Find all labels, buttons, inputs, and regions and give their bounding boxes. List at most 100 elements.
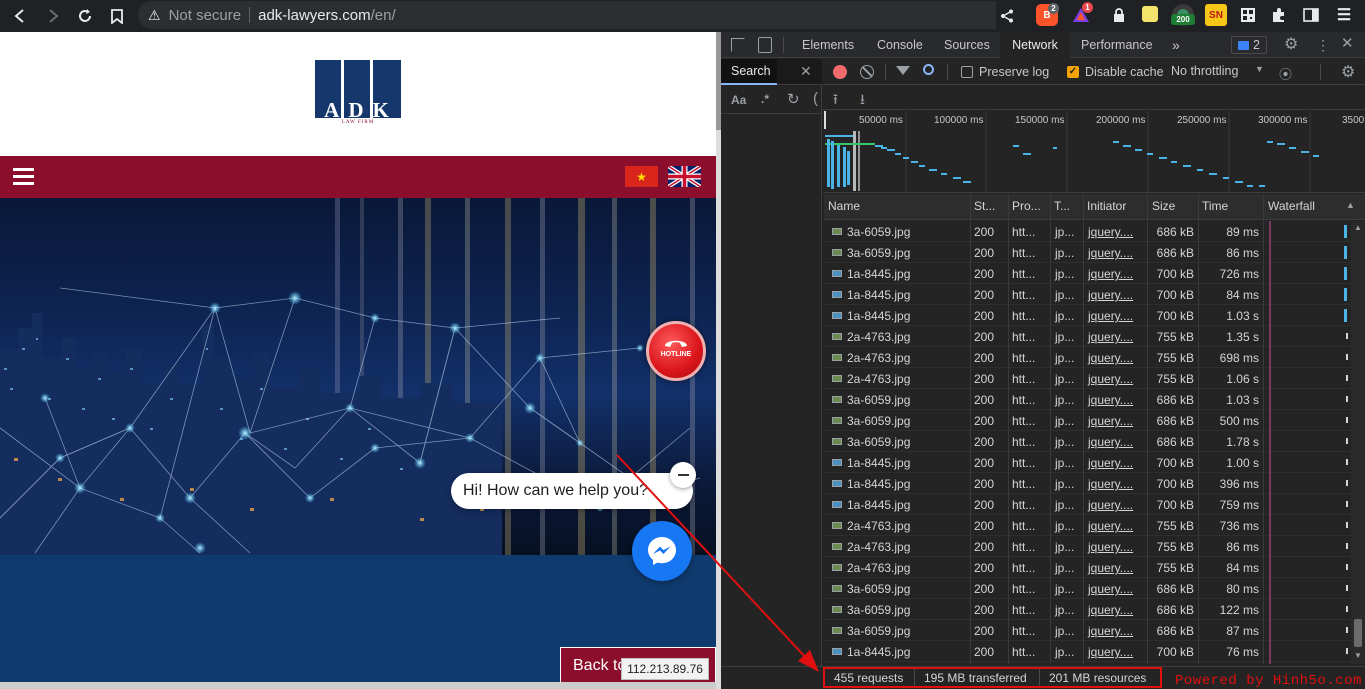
row-initiator[interactable]: jquery.... [1088, 603, 1133, 617]
row-name[interactable]: 3a-6059.jpg [847, 393, 910, 407]
messenger-button[interactable] [632, 521, 692, 581]
row-initiator[interactable]: jquery.... [1088, 393, 1133, 407]
extensions-puzzle-icon[interactable] [1268, 4, 1290, 26]
table-row[interactable]: 2a-4763.jpg 200 htt... jp... jquery.... 755 k… [824, 326, 1351, 347]
share-icon[interactable] [995, 4, 1019, 28]
col-size[interactable]: Size [1152, 199, 1175, 213]
row-initiator[interactable]: jquery.... [1088, 540, 1133, 554]
warning-icon[interactable]: ⚠ [148, 7, 161, 24]
settings-gear-icon[interactable]: ⚙ [1284, 36, 1298, 54]
row-initiator[interactable]: jquery.... [1088, 477, 1133, 491]
col-name[interactable]: Name [828, 199, 860, 213]
address-bar[interactable]: ⚠ Not secure adk-lawyers.com/en/ [138, 1, 996, 29]
table-row[interactable]: 2a-4763.jpg 200 htt... jp... jquery.... 755 k… [824, 557, 1351, 578]
import-har-icon[interactable]: ⭱ [833, 89, 838, 113]
row-name[interactable]: 1a-8445.jpg [847, 477, 910, 491]
row-initiator[interactable]: jquery.... [1088, 456, 1133, 470]
row-name[interactable]: 2a-4763.jpg [847, 351, 910, 365]
tab-network[interactable]: Network [1000, 32, 1070, 58]
search-tab[interactable]: Search [721, 59, 777, 85]
col-type[interactable]: T... [1054, 199, 1070, 213]
filter-icon[interactable] [896, 66, 910, 75]
disable-cache-checkbox[interactable]: ✓ [1067, 66, 1079, 78]
row-initiator[interactable]: jquery.... [1088, 288, 1133, 302]
adk-logo[interactable]: ADK LAW FIRM [314, 60, 402, 126]
preserve-log-checkbox[interactable] [961, 66, 973, 78]
col-initiator[interactable]: Initiator [1087, 199, 1126, 213]
table-row[interactable]: 2a-4763.jpg 200 htt... jp... jquery.... 755 k… [824, 515, 1351, 536]
regex-icon[interactable]: .* [761, 92, 769, 106]
row-name[interactable]: 3a-6059.jpg [847, 246, 910, 260]
close-devtools-icon[interactable]: ✕ [1341, 35, 1354, 53]
row-name[interactable]: 2a-4763.jpg [847, 561, 910, 575]
row-name[interactable]: 1a-8445.jpg [847, 288, 910, 302]
col-protocol[interactable]: Pro... [1012, 199, 1041, 213]
row-initiator[interactable]: jquery.... [1088, 498, 1133, 512]
row-initiator[interactable]: jquery.... [1088, 330, 1133, 344]
menu-icon[interactable]: ☰ [1333, 4, 1355, 26]
scroll-up-arrow-icon[interactable]: ▲ [1354, 223, 1362, 232]
row-name[interactable]: 3a-6059.jpg [847, 624, 910, 638]
col-waterfall[interactable]: Waterfall [1268, 199, 1315, 213]
row-name[interactable]: 3a-6059.jpg [847, 225, 910, 239]
export-har-icon[interactable]: ⭳ [860, 89, 865, 113]
record-button[interactable] [833, 65, 847, 79]
row-initiator[interactable]: jquery.... [1088, 582, 1133, 596]
row-initiator[interactable]: jquery.... [1088, 561, 1133, 575]
row-name[interactable]: 2a-4763.jpg [847, 540, 910, 554]
scroll-down-arrow-icon[interactable]: ▼ [1354, 651, 1362, 660]
table-row[interactable]: 1a-8445.jpg 200 htt... jp... jquery.... 700 k… [824, 263, 1351, 284]
network-settings-icon[interactable]: ⚙ [1341, 62, 1355, 82]
tab-sources[interactable]: Sources [944, 32, 990, 58]
row-initiator[interactable]: jquery.... [1088, 351, 1133, 365]
note-extension-icon[interactable] [1142, 6, 1158, 22]
clear-icon[interactable] [860, 65, 874, 79]
table-row[interactable]: 3a-6059.jpg 200 htt... jp... jquery.... 686 k… [824, 578, 1351, 599]
col-time[interactable]: Time [1202, 199, 1228, 213]
row-name[interactable]: 2a-4763.jpg [847, 372, 910, 386]
network-conditions-icon[interactable]: ⦿ [1279, 64, 1292, 83]
tab-console[interactable]: Console [877, 32, 923, 58]
row-initiator[interactable]: jquery.... [1088, 435, 1133, 449]
throttling-select[interactable]: No throttling ▼ [1171, 64, 1264, 82]
table-row[interactable]: 3a-6059.jpg 200 htt... jp... jquery.... 686 k… [824, 431, 1351, 452]
table-row[interactable]: 3a-6059.jpg 200 htt... jp... jquery.... 686 k… [824, 599, 1351, 620]
row-name[interactable]: 1a-8445.jpg [847, 309, 910, 323]
row-name[interactable]: 3a-6059.jpg [847, 414, 910, 428]
clear-search-icon[interactable]: ( [813, 90, 818, 107]
more-tabs-icon[interactable]: » [1172, 32, 1180, 58]
row-initiator[interactable]: jquery.... [1088, 225, 1133, 239]
table-row[interactable]: 1a-8445.jpg 200 htt... jp... jquery.... 700 k… [824, 452, 1351, 473]
lock-icon[interactable] [1108, 4, 1130, 26]
table-row[interactable]: 3a-6059.jpg 200 htt... jp... jquery.... 686 k… [824, 389, 1351, 410]
sn-extension-icon[interactable]: SN [1205, 4, 1227, 26]
row-name[interactable]: 1a-8445.jpg [847, 498, 910, 512]
row-name[interactable]: 3a-6059.jpg [847, 582, 910, 596]
row-name[interactable]: 2a-4763.jpg [847, 519, 910, 533]
row-initiator[interactable]: jquery.... [1088, 267, 1133, 281]
chat-close-button[interactable] [670, 462, 696, 488]
refresh-search-icon[interactable]: ↻ [787, 90, 800, 108]
table-row[interactable]: 3a-6059.jpg 200 htt... jp... jquery.... 686 k… [824, 620, 1351, 641]
bookmark-icon[interactable] [105, 4, 129, 28]
table-row[interactable]: 1a-8445.jpg 200 htt... jp... jquery.... 700 k… [824, 473, 1351, 494]
row-initiator[interactable]: jquery.... [1088, 372, 1133, 386]
qr-extension-icon[interactable] [1237, 4, 1259, 26]
hotline-button[interactable]: HOTLINE [646, 321, 706, 381]
table-scrollbar[interactable]: ▲ ▼ [1351, 221, 1365, 664]
table-scrollbar-thumb[interactable] [1354, 619, 1362, 647]
table-row[interactable]: 2a-4763.jpg 200 htt... jp... jquery.... 755 k… [824, 368, 1351, 389]
device-toolbar-icon[interactable] [758, 37, 772, 53]
table-row[interactable]: 1a-8445.jpg 200 htt... jp... jquery.... 700 k… [824, 305, 1351, 326]
row-initiator[interactable]: jquery.... [1088, 309, 1133, 323]
url-host[interactable]: adk-lawyers.com [258, 7, 371, 24]
issues-button[interactable]: 2 [1231, 36, 1267, 54]
close-search-icon[interactable]: ✕ [800, 63, 812, 80]
url-path[interactable]: /en/ [371, 7, 396, 24]
row-name[interactable]: 1a-8445.jpg [847, 267, 910, 281]
table-row[interactable]: 3a-6059.jpg 200 htt... jp... jquery.... 686 k… [824, 242, 1351, 263]
row-initiator[interactable]: jquery.... [1088, 645, 1133, 659]
sidebar-toggle-icon[interactable] [1300, 4, 1322, 26]
page-scrollbar-horizontal[interactable] [0, 682, 716, 689]
tab-elements[interactable]: Elements [802, 32, 854, 58]
